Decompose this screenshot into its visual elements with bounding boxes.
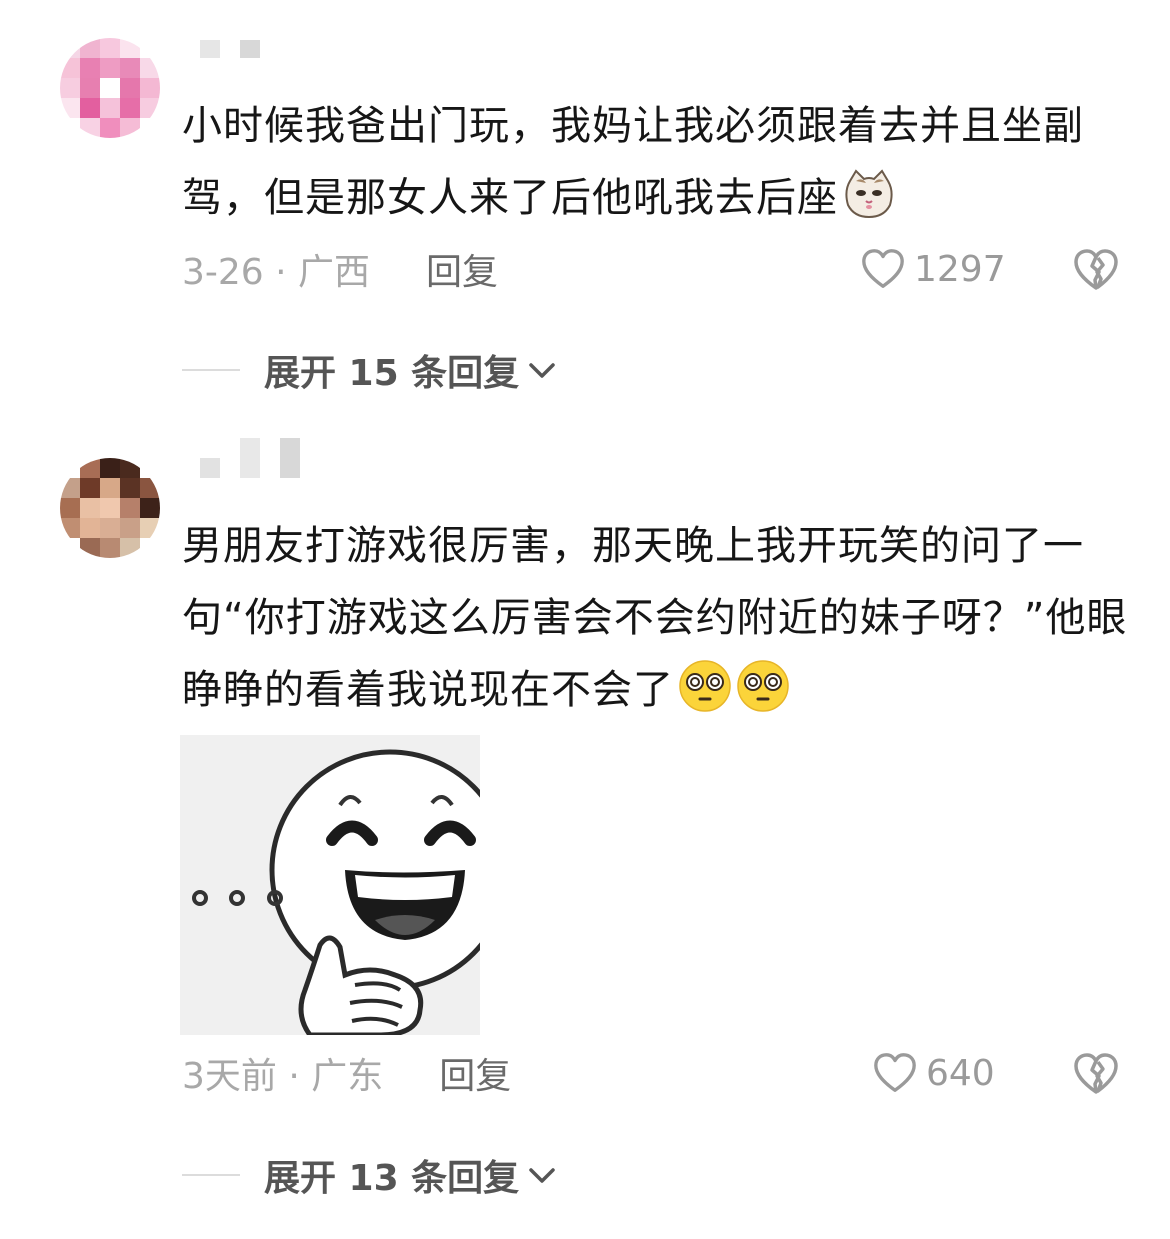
reply-button[interactable]: 回复 [426,243,498,295]
divider-line [182,1174,240,1176]
comment-meta: 3天前 · 广东 回复 [182,1048,511,1098]
reply-button[interactable]: 回复 [439,1047,511,1099]
expand-label: 展开 13 条回复 [264,1158,520,1199]
heart-icon [862,249,904,288]
sticker-image[interactable] [180,735,511,1038]
like-count: 640 [926,1052,995,1094]
chevron-down-icon [529,363,555,378]
avatar[interactable] [60,38,160,138]
dislike-button[interactable] [1072,246,1120,294]
like-count: 1297 [914,248,1006,290]
username[interactable] [200,38,260,58]
heart-icon [874,1053,916,1092]
like-button[interactable]: 640 [872,1048,995,1098]
username[interactable] [200,438,300,478]
broken-heart-icon [1074,1053,1118,1094]
dizzy-face-emoji [736,659,790,713]
expand-label: 展开 15 条回复 [264,353,520,394]
chevron-down-icon [529,1168,555,1183]
expand-replies-button[interactable]: 展开 13 条回复 [182,1150,557,1200]
smiling-face-sticker [180,735,511,1038]
comment-text: 小时候我爸出门玩，我妈让我必须跟着去并且坐副驾，但是那女人来了后他吼我去后座 [182,103,1084,221]
timestamp-location: 3-26 · 广西 [182,252,371,293]
comment-text: 男朋友打游戏很厉害，那天晚上我开玩笑的问了一句“你打游戏这么厉害会不会约附近的妹… [182,523,1128,713]
expand-replies-button[interactable]: 展开 15 条回复 [182,345,557,395]
divider-line [182,369,240,371]
dislike-button[interactable] [1072,1050,1120,1098]
comment-meta: 3-26 · 广西 回复 [182,244,498,294]
like-button[interactable]: 1297 [860,244,1006,294]
dizzy-face-emoji [678,659,732,713]
timestamp-location: 3天前 · 广东 [182,1056,384,1097]
avatar[interactable] [60,458,160,558]
broken-heart-icon [1074,249,1118,290]
cat-face-emoji [842,167,896,221]
